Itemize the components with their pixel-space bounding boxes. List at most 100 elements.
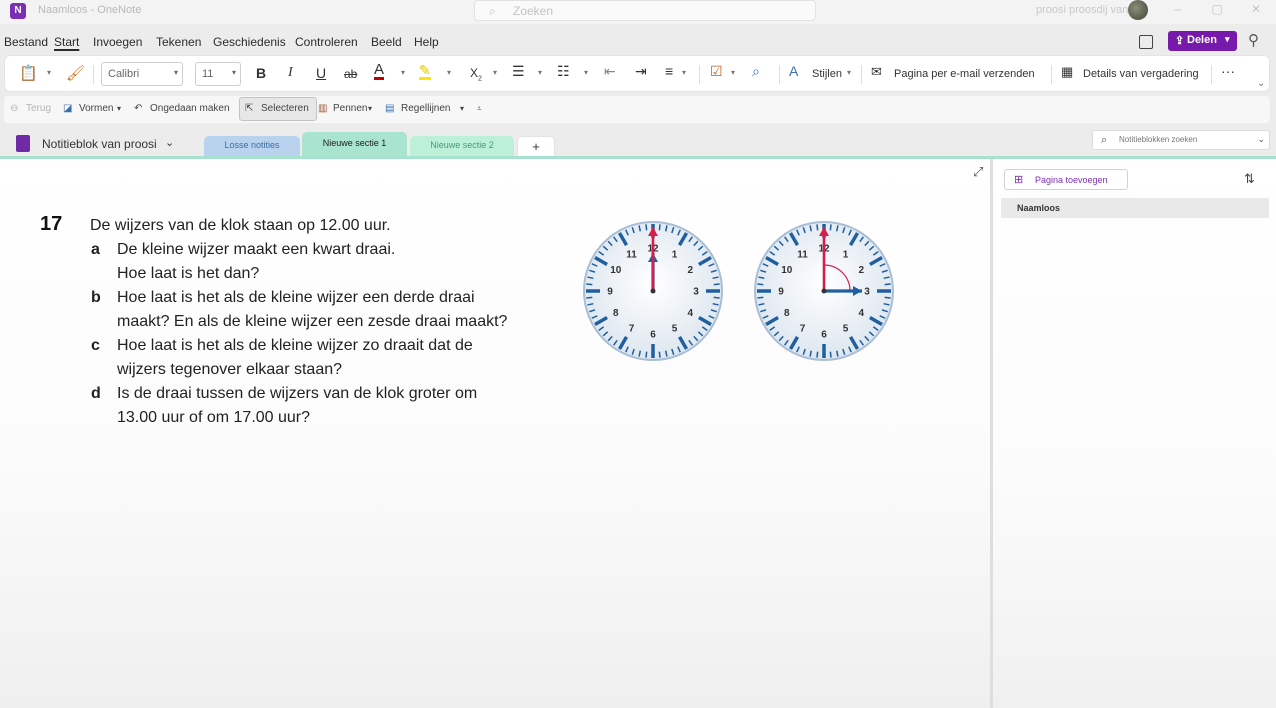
section-tab-nieuwe-sectie-1[interactable]: Nieuwe sectie 1	[302, 132, 407, 157]
cursor-icon: ⇱	[245, 103, 254, 114]
increase-indent-icon[interactable]: ⇥	[635, 63, 647, 80]
chevron-down-icon[interactable]: ▾	[460, 104, 464, 113]
pens-icon[interactable]: ▥	[318, 103, 327, 114]
email-page-button[interactable]: Pagina per e-mail verzenden	[894, 68, 1035, 80]
select-button[interactable]: ⇱ Selecteren	[239, 97, 317, 121]
add-page-button[interactable]: ⊞ Pagina toevoegen	[1004, 169, 1128, 190]
minute-tick	[713, 296, 720, 299]
add-section-button[interactable]: +	[517, 136, 555, 157]
sticky-notes-icon[interactable]	[1139, 35, 1153, 49]
chevron-down-icon[interactable]: ▾	[493, 68, 497, 77]
menu-help[interactable]: Help	[414, 35, 439, 49]
italic-button[interactable]: I	[288, 65, 293, 81]
font-name-select[interactable]: Calibri ▾	[101, 62, 183, 86]
highlight-icon[interactable]: ✎	[419, 63, 431, 80]
menu-tekenen[interactable]: Tekenen	[156, 35, 201, 49]
shapes-button[interactable]: Vormen	[79, 103, 113, 114]
styles-button[interactable]: Stijlen	[812, 68, 842, 80]
page-title: Naamloos	[1017, 203, 1061, 213]
chevron-down-icon[interactable]: ▾	[731, 68, 735, 77]
minute-tick	[829, 351, 832, 358]
minute-tick	[586, 296, 593, 299]
font-color-button[interactable]: A	[374, 62, 385, 80]
numbered-list-icon[interactable]: ☷	[557, 63, 570, 80]
chevron-down-icon[interactable]: ▾	[538, 68, 542, 77]
search-input[interactable]: ⌕ Zoeken	[474, 0, 816, 21]
section-tab-losse-notities[interactable]: Losse notities	[204, 136, 300, 157]
minute-tick	[757, 296, 764, 299]
maximize-button[interactable]: ▢	[1207, 2, 1227, 16]
notebook-name[interactable]: Notitieblok van proosi	[42, 137, 157, 151]
tag-icon[interactable]: ☑	[710, 63, 723, 80]
menu-geschiedenis[interactable]: Geschiedenis	[213, 35, 286, 49]
bold-button[interactable]: B	[256, 65, 266, 81]
close-button[interactable]: ✕	[1246, 2, 1266, 16]
undo-button[interactable]: Ongedaan maken	[150, 103, 230, 114]
part-a-line-2: Hoe laat is het dan?	[117, 265, 260, 282]
minute-tick	[757, 283, 764, 286]
meeting-details-button[interactable]: Details van vergadering	[1083, 68, 1199, 80]
menu-bestand[interactable]: Bestand	[4, 35, 48, 49]
minute-tick	[713, 283, 720, 286]
strikethrough-button[interactable]: ab	[344, 67, 357, 81]
undo-icon[interactable]: ↶	[134, 103, 142, 114]
back-arrow-icon[interactable]: ⊖	[10, 103, 18, 114]
subscript-button[interactable]: X2	[470, 66, 482, 82]
menu-start[interactable]: Start	[54, 35, 79, 49]
chevron-down-icon[interactable]: ▾	[47, 68, 51, 77]
clock-number: 6	[821, 330, 827, 341]
exercise-number: 17	[40, 213, 63, 235]
minute-tick	[658, 224, 661, 231]
customize-toolbar-icon[interactable]: ⩡	[477, 104, 482, 114]
minimize-button[interactable]: –	[1168, 2, 1188, 16]
back-button[interactable]: Terug	[26, 103, 51, 114]
clock-number: 7	[629, 324, 635, 335]
find-tags-icon[interactable]: ⌕	[752, 63, 760, 80]
menu-invoegen[interactable]: Invoegen	[93, 35, 142, 49]
font-size-select[interactable]: 11 ▾	[195, 62, 241, 86]
chevron-down-icon[interactable]: ▾	[401, 68, 405, 77]
window-title: Naamloos - OneNote	[38, 4, 142, 16]
minute-tick	[829, 224, 832, 231]
chevron-down-icon[interactable]: ▾	[117, 104, 121, 113]
expand-icon[interactable]: ⤢	[973, 164, 983, 180]
email-icon[interactable]: ✉	[871, 64, 882, 80]
styles-icon[interactable]: A	[789, 63, 798, 79]
menu-beeld[interactable]: Beeld	[371, 35, 402, 49]
format-painter-icon[interactable]: 🖌	[66, 64, 85, 82]
bullet-list-icon[interactable]: ☰	[512, 63, 525, 80]
pens-button[interactable]: Pennen	[333, 103, 367, 114]
align-icon[interactable]: ≡	[665, 63, 673, 79]
section-tab-nieuwe-sectie-2[interactable]: Nieuwe sectie 2	[410, 136, 514, 157]
more-options-button[interactable]: ···	[1221, 63, 1235, 79]
part-letter-b: b	[91, 289, 101, 306]
menu-controleren[interactable]: Controleren	[295, 35, 358, 49]
clock-number: 6	[650, 330, 656, 341]
decrease-indent-icon[interactable]: ⇤	[604, 63, 616, 80]
clock-number: 11	[626, 249, 637, 260]
paste-icon[interactable]: 📋	[19, 64, 38, 82]
chevron-down-icon[interactable]: ▾	[847, 68, 851, 77]
chevron-down-icon[interactable]: ▾	[682, 68, 686, 77]
ribbon-expand-chevron-icon[interactable]: ⌄	[1257, 78, 1265, 89]
ruled-lines-icon[interactable]: ▤	[385, 103, 394, 114]
shapes-icon[interactable]: ◪	[63, 103, 72, 114]
clock-number: 7	[800, 324, 806, 335]
part-d-line-2: 13.00 uur of om 17.00 uur?	[117, 409, 311, 426]
page-list-item[interactable]: Naamloos	[1001, 198, 1269, 218]
avatar[interactable]	[1128, 0, 1148, 20]
chevron-down-icon[interactable]: ▾	[368, 104, 372, 113]
notebook-search-input[interactable]: ⌕ Notitieblokken zoeken ⌄	[1092, 130, 1270, 150]
minute-tick	[884, 283, 891, 286]
chevron-down-icon[interactable]: ▾	[584, 68, 588, 77]
sort-icon[interactable]: ⇅	[1244, 171, 1255, 187]
clock-number: 1	[843, 249, 849, 260]
person-icon[interactable]: ⚲	[1248, 31, 1259, 49]
underline-button[interactable]: U	[316, 65, 326, 81]
calendar-icon[interactable]: ▦	[1061, 64, 1073, 80]
share-button[interactable]: ⇪ Delen ▾	[1168, 31, 1237, 51]
chevron-down-icon[interactable]: ⌄	[165, 136, 174, 149]
ruled-lines-button[interactable]: Regellijnen	[401, 103, 450, 114]
chevron-down-icon[interactable]: ▾	[447, 68, 451, 77]
subscript-label: X	[470, 66, 479, 80]
